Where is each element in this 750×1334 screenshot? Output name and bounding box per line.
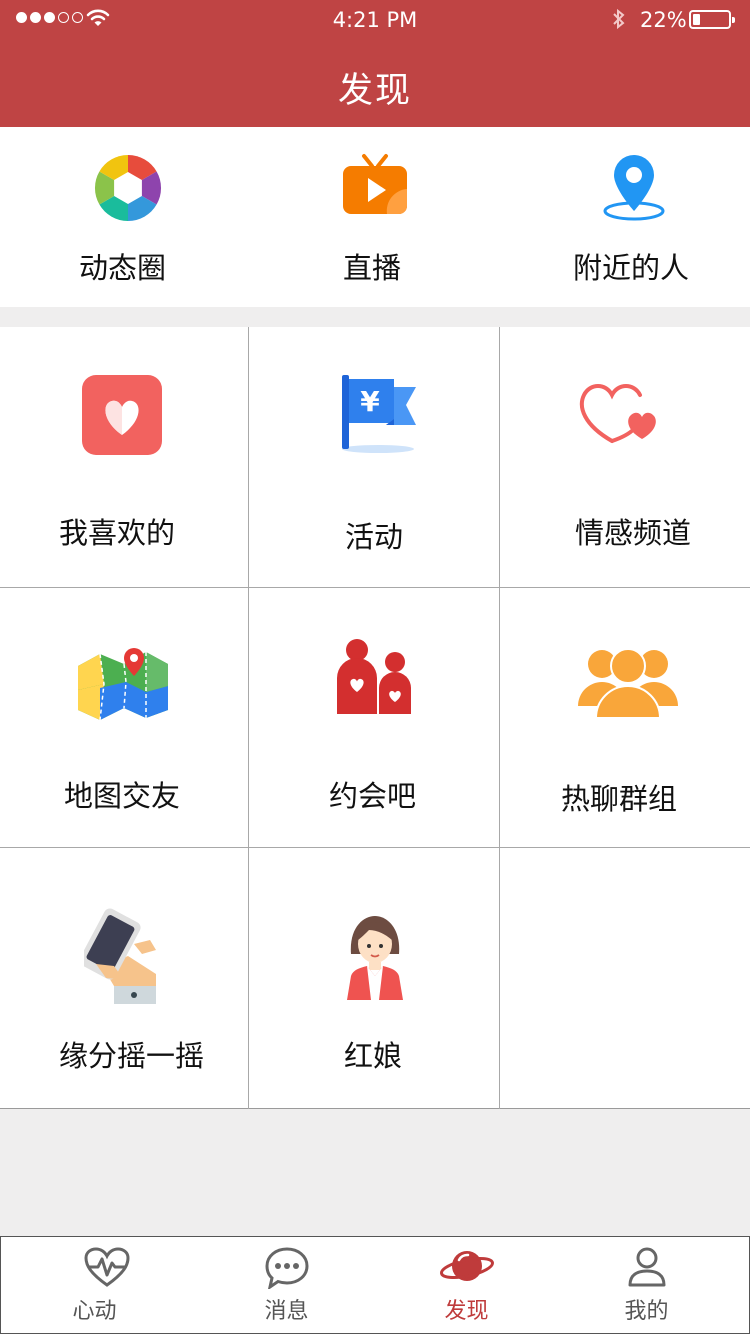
top-item-live[interactable]: 直播	[250, 127, 500, 307]
double-heart-icon	[579, 384, 656, 443]
tab-messages[interactable]: 消息	[193, 1237, 380, 1334]
feature-grid: 我喜欢的 ¥ 活动 情感频道 地图交友 约会吧 热聊群组 缘分摇一摇 红娘	[0, 327, 750, 1109]
tab-me[interactable]: 我的	[553, 1237, 740, 1334]
planet-icon	[439, 1251, 494, 1281]
tab-heartbeat[interactable]: 心动	[13, 1237, 200, 1334]
page-title: 发现	[337, 71, 412, 111]
top-item-label: 动态圈	[79, 251, 167, 285]
matchmaker-icon	[347, 916, 403, 1000]
location-pin-icon	[603, 155, 665, 221]
shake-phone-icon	[84, 908, 156, 1004]
tab-label: 我的	[624, 1299, 669, 1324]
tab-label: 消息	[264, 1299, 309, 1324]
top-feature-row: 动态圈 直播 附近的人	[0, 127, 750, 307]
grid-item-map-friends[interactable]: 地图交友	[0, 588, 248, 847]
grid-item-label: 缘分摇一摇	[59, 1039, 205, 1073]
bluetooth-icon	[613, 8, 625, 30]
heartbeat-icon	[83, 1247, 130, 1287]
top-item-nearby[interactable]: 附近的人	[500, 127, 750, 307]
grid-item-shake[interactable]: 缘分摇一摇	[0, 848, 248, 1109]
top-item-label: 直播	[343, 251, 402, 285]
grid-item-matchmaker[interactable]: 红娘	[249, 848, 499, 1109]
status-bar: 4:21 PM 22%	[0, 0, 750, 40]
grid-item-label: 红娘	[344, 1039, 403, 1073]
grid-item-label: 地图交友	[64, 779, 181, 813]
user-icon	[628, 1247, 665, 1287]
grid-item-dating[interactable]: 约会吧	[249, 588, 499, 847]
couple-icon	[337, 639, 411, 714]
tab-label: 心动	[72, 1299, 117, 1324]
grid-item-chat-groups[interactable]: 热聊群组	[500, 588, 750, 847]
grid-item-label: 约会吧	[329, 779, 417, 813]
map-icon	[78, 648, 168, 720]
app-header: 4:21 PM 22% 发现	[0, 0, 750, 127]
tv-live-icon	[343, 154, 407, 214]
bottom-tab-bar: 心动 消息 发现 我的	[0, 1236, 750, 1334]
grid-item-label: 活动	[345, 520, 404, 554]
battery-icon	[689, 10, 735, 29]
chat-bubble-icon	[264, 1247, 309, 1289]
svg-text:¥: ¥	[360, 385, 380, 418]
grid-item-my-likes[interactable]: 我喜欢的	[0, 327, 248, 587]
heart-card-icon	[82, 375, 162, 455]
grid-item-label: 热聊群组	[561, 782, 678, 816]
top-item-moments[interactable]: 动态圈	[0, 127, 250, 307]
battery-percent: 22%	[640, 8, 687, 32]
grid-item-empty	[500, 848, 750, 1109]
grid-item-label: 我喜欢的	[59, 516, 176, 550]
top-item-label: 附近的人	[573, 251, 690, 285]
group-icon	[578, 648, 678, 718]
yen-flag-icon: ¥	[342, 375, 416, 453]
status-time: 4:21 PM	[332, 8, 418, 32]
grid-item-emotion-channel[interactable]: 情感频道	[500, 327, 750, 587]
tab-label: 发现	[444, 1299, 489, 1324]
tab-discover[interactable]: 发现	[373, 1237, 560, 1334]
grid-item-activities[interactable]: ¥ 活动	[249, 327, 499, 587]
grid-item-label: 情感频道	[575, 516, 692, 550]
aperture-icon	[94, 155, 162, 221]
